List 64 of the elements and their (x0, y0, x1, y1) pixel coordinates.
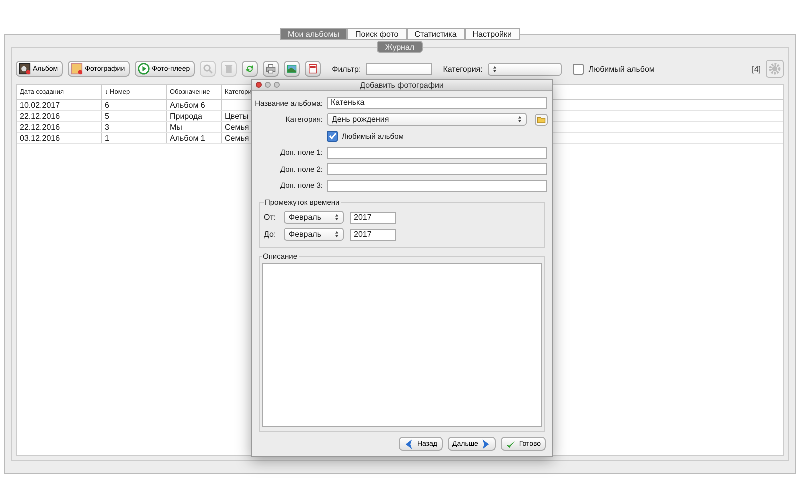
table-cell: 22.12.2016 (20, 112, 60, 120)
zoom-button[interactable] (274, 82, 280, 88)
tab[interactable]: Статистика (406, 28, 465, 40)
export-button[interactable] (284, 61, 300, 77)
minimize-button[interactable] (265, 82, 271, 88)
table-cell: 1 (105, 134, 110, 142)
favorite-label: Любимый альбом (588, 64, 655, 74)
pdf-button[interactable] (305, 61, 322, 77)
document-icon (308, 64, 318, 74)
filter-field[interactable] (366, 63, 432, 75)
refresh-icon (245, 64, 256, 74)
table-cell: 3 (105, 122, 110, 132)
trash-icon (224, 64, 234, 74)
tab[interactable]: Мои альбомы (280, 28, 348, 40)
table-cell: 22.12.2016 (20, 122, 60, 132)
stepper-arrows-icon (518, 116, 522, 124)
left-arrow-icon (404, 438, 414, 450)
table-cell: Мы (170, 122, 182, 132)
settings-button[interactable] (766, 60, 784, 78)
tab[interactable]: Настройки (464, 28, 520, 40)
table-cell: 10.02.2017 (20, 100, 60, 110)
table-cell: Семья (225, 122, 250, 132)
table-cell: 5 (105, 112, 110, 120)
extra-field[interactable] (327, 163, 547, 176)
table-cell: Альбом 1 (170, 134, 206, 142)
extra-field[interactable] (327, 146, 547, 159)
period-label: До: (264, 230, 278, 239)
close-button[interactable] (256, 82, 262, 88)
album-name-field[interactable]: Катенька (327, 97, 547, 110)
album-count: [4] (752, 64, 761, 74)
category-dropdown[interactable] (488, 62, 562, 76)
filter-label: Фильтр: (332, 64, 362, 74)
table-cell: Цветы (225, 112, 249, 120)
stepper-arrows-icon (492, 66, 497, 72)
year-field[interactable]: 2017 (350, 212, 396, 224)
category-dropdown[interactable]: День рождения (327, 113, 527, 126)
refresh-button[interactable] (242, 61, 258, 77)
tab[interactable]: Журнал (377, 41, 423, 53)
table-cell: 6 (105, 100, 110, 110)
right-arrow-icon (481, 438, 492, 450)
photo-album-icon (19, 63, 31, 75)
category-label: Категория: (443, 64, 483, 74)
extra-field[interactable] (327, 180, 547, 192)
favorite-checkbox[interactable] (572, 64, 584, 74)
year-field[interactable]: 2017 (350, 228, 396, 240)
table-cell: 03.12.2016 (20, 134, 60, 142)
tab[interactable]: Поиск фото (347, 28, 407, 40)
landscape-image-icon (287, 64, 298, 74)
month-dropdown[interactable]: Февраль (284, 228, 344, 241)
table-cell: Альбом 6 (170, 100, 206, 110)
dialog-title: Добавить фотографии (360, 80, 444, 90)
print-button[interactable] (263, 61, 280, 77)
favorite-checkbox[interactable] (327, 130, 338, 142)
folder-button[interactable] (535, 114, 548, 126)
stepper-arrows-icon (335, 231, 339, 238)
period-label: От: (264, 213, 278, 222)
play-icon (138, 63, 150, 75)
photos-icon (71, 63, 84, 75)
stepper-arrows-icon (335, 214, 339, 221)
printer-icon (266, 64, 276, 74)
search-icon (203, 64, 214, 74)
month-dropdown[interactable]: Февраль (284, 211, 344, 224)
table-cell: Семья (225, 134, 250, 142)
table-cell: Природа (170, 112, 203, 120)
